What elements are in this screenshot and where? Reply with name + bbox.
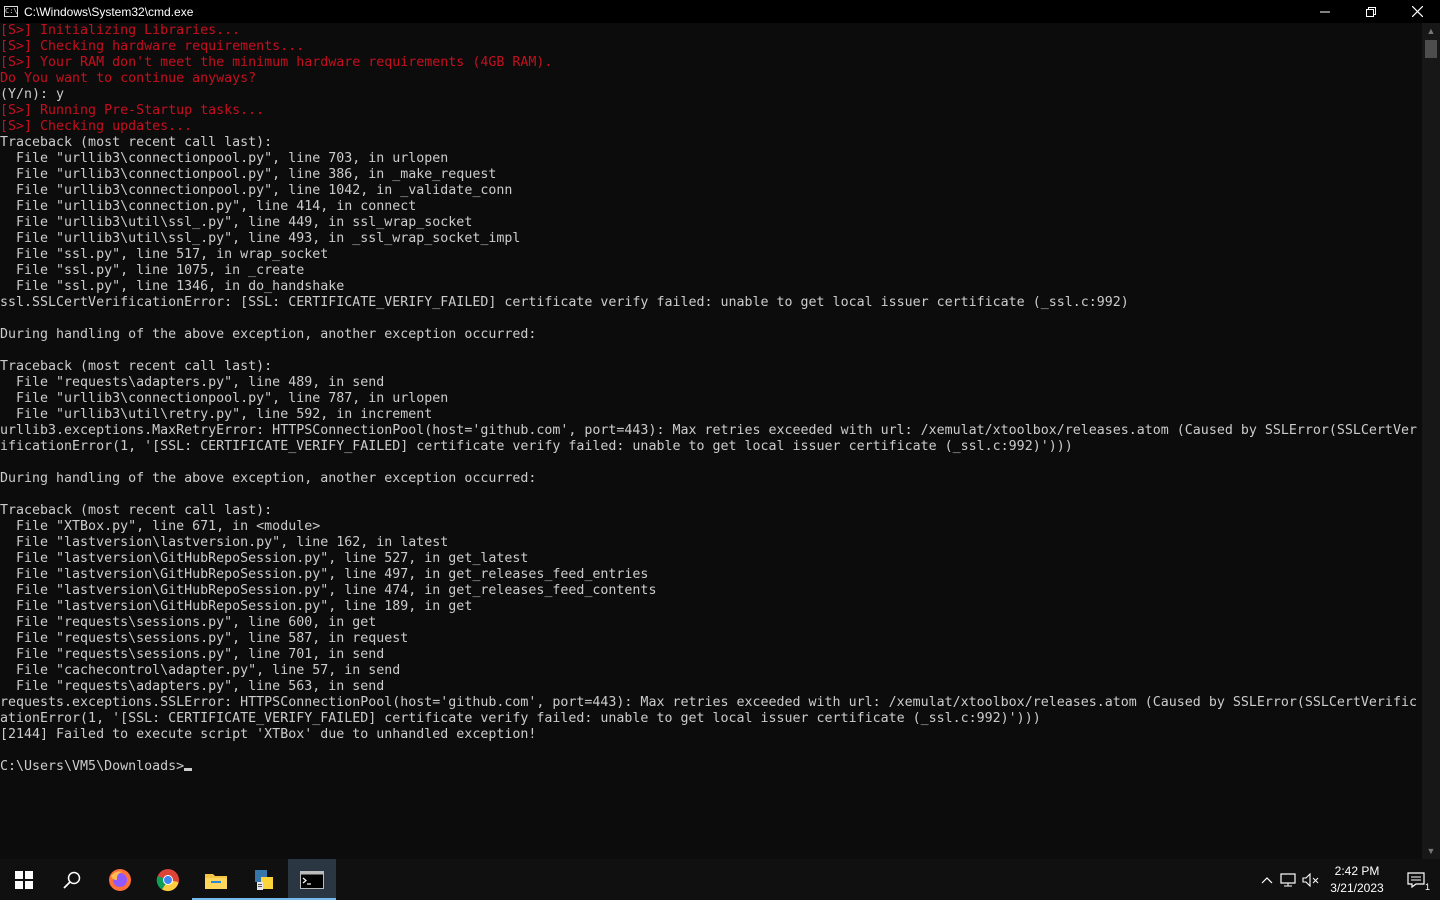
console-output[interactable]: [S>] Initializing Libraries... [S>] Check… <box>0 23 1422 859</box>
console-line: File "lastversion\GitHubRepoSession.py",… <box>0 551 529 566</box>
console-line: [S>] Your RAM don't meet the minimum har… <box>0 55 553 70</box>
console-line: [2144] Failed to execute script 'XTBox' … <box>0 727 537 742</box>
clock[interactable]: 2:42 PM 3/21/2023 <box>1322 863 1392 897</box>
console-line: ificationError(1, '[SSL: CERTIFICATE_VER… <box>0 439 1073 454</box>
console-line: Traceback (most recent call last): <box>0 359 273 374</box>
console-line: File "cachecontrol\adapter.py", line 57,… <box>0 663 401 678</box>
console-line: File "urllib3\connection.py", line 414, … <box>0 199 417 214</box>
start-button[interactable] <box>0 859 48 900</box>
notification-icon <box>1407 871 1425 888</box>
console-line: [S>] Initializing Libraries... <box>0 23 241 38</box>
console-line: ationError(1, '[SSL: CERTIFICATE_VERIFY_… <box>0 711 1041 726</box>
title-bar[interactable]: C:\ C:\Windows\System32\cmd.exe <box>0 0 1440 23</box>
network-button[interactable] <box>1278 859 1300 900</box>
console-line: File "requests\sessions.py", line 701, i… <box>0 647 385 662</box>
window-controls <box>1302 0 1440 23</box>
console-line: File "urllib3\connectionpool.py", line 7… <box>0 391 449 406</box>
taskbar-cmd[interactable] <box>288 859 336 900</box>
console-line: File "urllib3\connectionpool.py", line 3… <box>0 167 497 182</box>
scrollbar-thumb[interactable] <box>1425 40 1437 58</box>
console-line: File "urllib3\connectionpool.py", line 1… <box>0 183 513 198</box>
console-line: urllib3.exceptions.MaxRetryError: HTTPSC… <box>0 423 1417 438</box>
console-line: File "requests\sessions.py", line 600, i… <box>0 615 377 630</box>
cmd-app-icon: C:\ <box>4 6 18 17</box>
network-icon <box>1280 872 1296 886</box>
console-line: File "requests\adapters.py", line 563, i… <box>0 679 385 694</box>
console-line: File "ssl.py", line 517, in wrap_socket <box>0 247 329 262</box>
console-line: File "ssl.py", line 1075, in _create <box>0 263 305 278</box>
clock-time: 2:42 PM <box>1334 863 1380 878</box>
console-line: File "lastversion\GitHubRepoSession.py",… <box>0 567 649 582</box>
search-button[interactable] <box>48 859 96 900</box>
vertical-scrollbar[interactable]: ▲ ▼ <box>1422 23 1440 859</box>
clock-date: 3/21/2023 <box>1330 880 1384 895</box>
command-prompt: C:\Users\VM5\Downloads> <box>0 759 185 774</box>
taskbar-python-script[interactable] <box>240 859 288 900</box>
console-line: File "lastversion\GitHubRepoSession.py",… <box>0 583 657 598</box>
chevron-up-icon <box>1261 876 1273 883</box>
console-line: File "lastversion\lastversion.py", line … <box>0 535 449 550</box>
taskbar-file-explorer[interactable] <box>192 859 240 900</box>
scroll-down-arrow-icon[interactable]: ▼ <box>1422 843 1440 859</box>
taskbar: 2:42 PM 3/21/2023 1 <box>0 859 1440 900</box>
action-center-button[interactable]: 1 <box>1392 859 1440 900</box>
taskbar-firefox[interactable] <box>96 859 144 900</box>
chrome-icon <box>156 868 179 891</box>
volume-button[interactable] <box>1300 859 1322 900</box>
scroll-up-arrow-icon[interactable]: ▲ <box>1422 23 1440 39</box>
console-line: File "urllib3\util\ssl_.py", line 493, i… <box>0 231 521 246</box>
console-line: File "urllib3\connectionpool.py", line 7… <box>0 151 449 166</box>
command-prompt-line[interactable]: C:\Users\VM5\Downloads> <box>0 759 1422 775</box>
console-line: Traceback (most recent call last): <box>0 503 273 518</box>
console-line: File "XTBox.py", line 671, in <module> <box>0 519 321 534</box>
minimize-button[interactable] <box>1302 0 1348 23</box>
restore-icon <box>1366 6 1376 17</box>
taskbar-chrome[interactable] <box>144 859 192 900</box>
system-tray: 2:42 PM 3/21/2023 1 <box>1256 859 1440 900</box>
file-explorer-icon <box>205 873 227 889</box>
text-cursor <box>184 768 193 771</box>
window-title: C:\Windows\System32\cmd.exe <box>24 4 194 19</box>
minimize-icon <box>1320 11 1330 12</box>
python-script-icon <box>255 869 273 890</box>
console-line: [S>] Checking hardware requirements... <box>0 39 305 54</box>
console-line: requests.exceptions.SSLError: HTTPSConne… <box>0 695 1417 710</box>
console-line: Do You want to continue anyways? <box>0 71 257 86</box>
close-button[interactable] <box>1394 0 1440 23</box>
volume-muted-icon <box>1302 872 1319 887</box>
console-line: File "requests\sessions.py", line 587, i… <box>0 631 409 646</box>
console-line: [S>] Running Pre-Startup tasks... <box>0 103 265 118</box>
console-line: [S>] Checking updates... <box>0 119 193 134</box>
console-line: File "ssl.py", line 1346, in do_handshak… <box>0 279 345 294</box>
console-line: File "urllib3\util\ssl_.py", line 449, i… <box>0 215 473 230</box>
show-hidden-icons-button[interactable] <box>1256 859 1278 900</box>
notification-count-badge: 1 <box>1424 882 1430 892</box>
console-line: Traceback (most recent call last): <box>0 135 273 150</box>
cmd-icon <box>300 870 324 889</box>
firefox-icon <box>109 868 131 891</box>
search-icon <box>63 871 81 889</box>
console-line: ssl.SSLCertVerificationError: [SSL: CERT… <box>0 295 1129 310</box>
console-line: During handling of the above exception, … <box>0 471 537 486</box>
console-line: File "lastversion\GitHubRepoSession.py",… <box>0 599 473 614</box>
close-icon <box>1411 6 1423 17</box>
console-line: (Y/n): y <box>0 87 65 102</box>
start-icon <box>15 870 33 889</box>
console-line: File "urllib3\util\retry.py", line 592, … <box>0 407 433 422</box>
restore-button[interactable] <box>1348 0 1394 23</box>
console-line: File "requests\adapters.py", line 489, i… <box>0 375 385 390</box>
console-line: During handling of the above exception, … <box>0 327 537 342</box>
